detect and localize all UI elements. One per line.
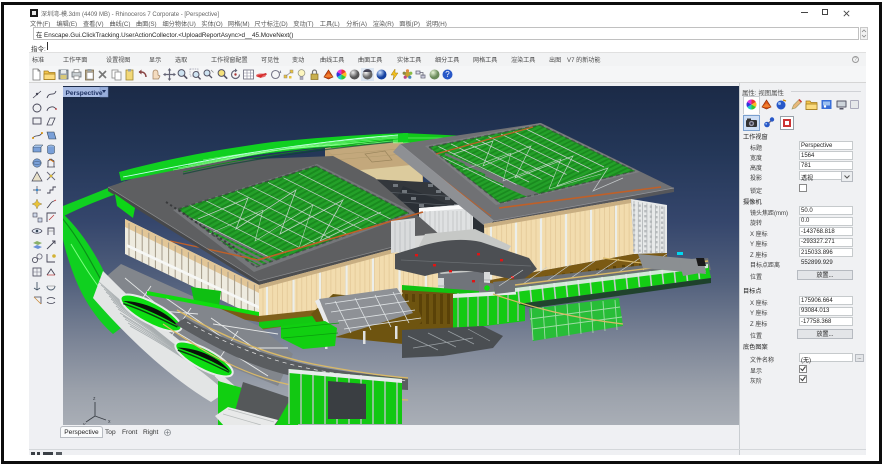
svg-text:Perspective: Perspective	[66, 90, 103, 97]
svg-text:?: ?	[445, 70, 450, 79]
